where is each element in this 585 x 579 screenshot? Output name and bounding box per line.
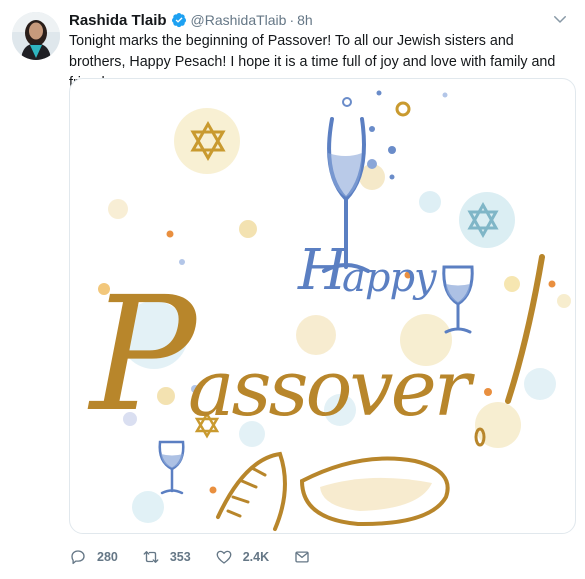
tweet-image[interactable]: H appy P assover bbox=[69, 78, 576, 534]
chevron-down-icon[interactable] bbox=[551, 10, 569, 28]
reply-button[interactable]: 280 bbox=[69, 548, 118, 566]
like-count: 2.4K bbox=[242, 550, 270, 564]
like-button[interactable]: 2.4K bbox=[215, 548, 269, 566]
verified-badge-icon bbox=[171, 12, 187, 28]
retweet-count: 353 bbox=[169, 550, 191, 564]
tweet[interactable]: Rashida Tlaib @RashidaTlaib · 8h Tonight… bbox=[0, 0, 585, 579]
reply-count: 280 bbox=[97, 550, 118, 564]
author-name[interactable]: Rashida Tlaib bbox=[69, 12, 167, 29]
avatar[interactable] bbox=[12, 12, 60, 60]
separator-dot: · bbox=[289, 12, 295, 28]
retweet-icon bbox=[143, 551, 159, 563]
like-icon bbox=[216, 550, 232, 564]
tweet-header: Rashida Tlaib @RashidaTlaib · 8h bbox=[69, 10, 313, 30]
svg-text:appy: appy bbox=[342, 255, 438, 301]
svg-text:P: P bbox=[87, 263, 199, 447]
direct-message-icon bbox=[295, 551, 309, 563]
author-handle[interactable]: @RashidaTlaib bbox=[191, 12, 287, 28]
retweet-button[interactable]: 353 bbox=[142, 548, 191, 566]
direct-message-button[interactable] bbox=[293, 548, 311, 566]
reply-icon bbox=[71, 550, 85, 565]
tweet-timestamp[interactable]: 8h bbox=[297, 12, 313, 28]
svg-text:H: H bbox=[297, 238, 348, 303]
tweet-actions: 280 353 2.4K bbox=[69, 546, 335, 568]
svg-text:assover: assover bbox=[188, 344, 476, 434]
